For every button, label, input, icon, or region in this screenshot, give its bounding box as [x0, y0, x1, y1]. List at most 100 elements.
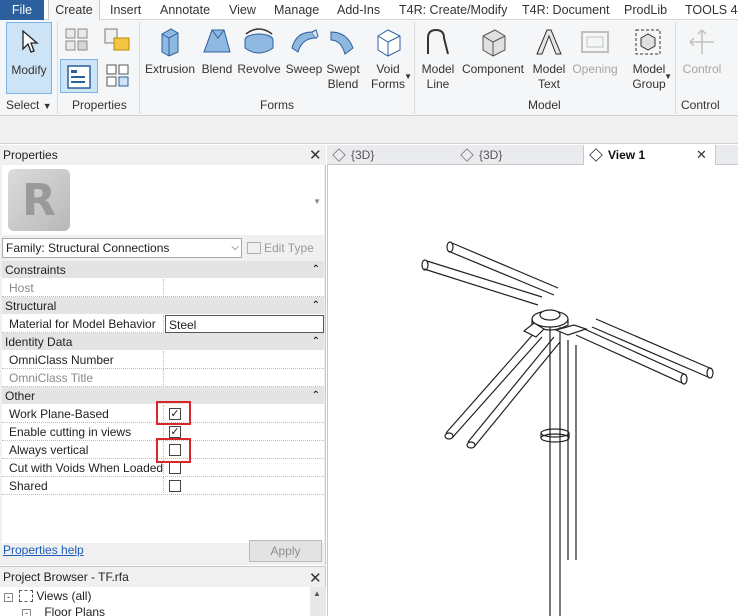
type-properties-button[interactable] — [102, 59, 134, 93]
family-category-button[interactable] — [100, 24, 134, 54]
property-key: Enable cutting in views — [2, 423, 164, 441]
property-key: OmniClass Number — [2, 351, 164, 369]
cut-with-voids-checkbox[interactable] — [169, 462, 181, 474]
sweep-icon — [291, 29, 319, 53]
chevron-down-icon: ⌵ — [231, 242, 239, 253]
collapse-icon: ⌃ — [311, 390, 320, 401]
revolve-button[interactable]: Revolve — [236, 22, 282, 92]
view-tab-3d-1[interactable]: {3D} — [332, 145, 375, 165]
properties-toggle-button[interactable] — [60, 59, 98, 93]
property-key: Always vertical — [2, 441, 164, 459]
property-row-omniclass-title[interactable]: OmniClass Title — [2, 369, 324, 387]
family-types-button[interactable] — [62, 24, 92, 54]
tab-prodlib[interactable]: ProdLib — [624, 0, 667, 20]
void-forms-button[interactable]: Void Forms ▼ — [366, 22, 412, 96]
type-properties-icon — [106, 64, 129, 87]
component-button[interactable]: Component — [460, 22, 526, 92]
material-value-field[interactable]: Steel — [165, 315, 324, 333]
tab-add-ins[interactable]: Add-Ins — [337, 0, 380, 20]
group-structural-label: Structural — [5, 299, 57, 313]
blend-label: Blend — [201, 62, 233, 76]
enable-cutting-checkbox[interactable]: ✓ — [169, 426, 181, 438]
model-group-icon — [635, 29, 661, 55]
model-text-label-2: Text — [537, 77, 560, 91]
group-constraints-label: Constraints — [5, 263, 66, 277]
tab-insert[interactable]: Insert — [110, 0, 141, 20]
edit-type-button[interactable]: Edit Type — [247, 238, 314, 258]
properties-panel-label: Properties — [72, 98, 127, 112]
extrusion-button[interactable]: Extrusion — [144, 22, 196, 92]
tab-file[interactable]: File — [0, 0, 44, 20]
control-button[interactable]: Control — [678, 22, 726, 92]
view-tab-close-icon[interactable]: ✕ — [696, 147, 707, 162]
model-text-button[interactable]: Model Text — [528, 22, 570, 96]
project-browser: Project Browser - TF.rfa ✕ - Views (all)… — [0, 566, 326, 616]
collapse-icon: ⌃ — [311, 300, 320, 311]
scroll-up-icon[interactable]: ▲ — [313, 589, 321, 598]
group-identity-data[interactable]: Identity Data ⌃ — [2, 333, 324, 351]
revolve-icon — [244, 28, 274, 54]
apply-button[interactable]: Apply — [249, 540, 322, 562]
model-group-button[interactable]: Model Group ▼ — [626, 22, 672, 96]
properties-close-icon[interactable]: ✕ — [309, 148, 322, 163]
properties-grid-empty-area — [2, 495, 324, 543]
tab-t4r-create-modify[interactable]: T4R: Create/Modify — [399, 0, 507, 20]
collapse-minus-icon: - — [4, 593, 13, 602]
swept-blend-label-1: Swept — [326, 62, 360, 76]
property-key: Host — [2, 279, 164, 297]
shared-checkbox[interactable] — [169, 480, 181, 492]
property-row-material[interactable]: Material for Model Behavior Steel — [2, 315, 324, 333]
property-row-host[interactable]: Host — [2, 279, 324, 297]
collapse-icon: ⌃ — [311, 336, 320, 347]
view-tab-view-1[interactable]: View 1 ✕ — [583, 145, 716, 166]
properties-help-link[interactable]: Properties help — [3, 543, 84, 557]
cube-3d-icon — [332, 148, 346, 162]
family-selector-dropdown[interactable]: Family: Structural Connections ⌵ — [2, 238, 242, 258]
type-selector[interactable]: R ▼ — [2, 165, 324, 235]
model-line-label-1: Model — [421, 62, 455, 76]
void-forms-icon — [377, 29, 401, 57]
property-row-shared[interactable]: Shared — [2, 477, 324, 495]
floor-plans-label: Floor Plans — [44, 605, 106, 616]
revit-family-icon: R — [8, 169, 70, 231]
modify-button[interactable]: Modify — [6, 22, 52, 94]
tab-create[interactable]: Create — [48, 0, 100, 21]
tab-manage[interactable]: Manage — [274, 0, 319, 20]
ribbon-tab-bar: File Create Insert Annotate View Manage … — [0, 0, 738, 21]
opening-icon — [581, 31, 609, 53]
group-constraints[interactable]: Constraints ⌃ — [2, 261, 324, 279]
view-tab-3d-2[interactable]: {3D} — [460, 145, 502, 165]
tree-node-floor-plans[interactable]: - Floor Plans — [22, 605, 105, 616]
highlight-box-work-plane — [156, 401, 191, 425]
group-structural[interactable]: Structural ⌃ — [2, 297, 324, 315]
project-browser-title: Project Browser - TF.rfa — [3, 570, 129, 584]
tab-tools4b[interactable]: TOOLS 4 B — [685, 0, 738, 20]
check-icon: ✓ — [170, 426, 180, 438]
model-line-button[interactable]: Model Line — [418, 22, 458, 96]
model-panel-label: Model — [528, 98, 561, 112]
opening-label: Opening — [572, 62, 618, 76]
project-browser-close-icon[interactable]: ✕ — [309, 571, 322, 586]
tab-view[interactable]: View — [229, 0, 256, 20]
3d-viewport[interactable] — [327, 165, 738, 616]
family-types-icon — [65, 28, 88, 51]
tab-t4r-document[interactable]: T4R: Document — [522, 0, 610, 20]
view-tab-label: {3D} — [351, 148, 375, 162]
opening-button[interactable]: Opening — [570, 22, 620, 92]
tab-annotate[interactable]: Annotate — [160, 0, 210, 20]
blend-button[interactable]: Blend — [198, 22, 236, 92]
group-identity-label: Identity Data — [5, 335, 73, 349]
project-browser-scrollbar[interactable]: ▲ — [310, 587, 326, 616]
structural-connection-model — [421, 241, 714, 616]
sweep-button[interactable]: Sweep — [284, 22, 324, 92]
property-value — [165, 369, 324, 387]
tree-node-views[interactable]: - Views (all) — [4, 589, 91, 603]
property-row-omniclass-number[interactable]: OmniClass Number — [2, 351, 324, 369]
property-key: Material for Model Behavior — [2, 315, 164, 333]
model-group-dropdown-icon: ▼ — [664, 72, 672, 81]
cube-3d-icon — [460, 148, 474, 162]
select-panel-dropdown[interactable]: Select ▼ — [6, 98, 52, 112]
cube-3d-icon — [589, 148, 603, 162]
swept-blend-button[interactable]: Swept Blend — [324, 22, 362, 96]
swept-blend-label-2: Blend — [327, 77, 359, 91]
